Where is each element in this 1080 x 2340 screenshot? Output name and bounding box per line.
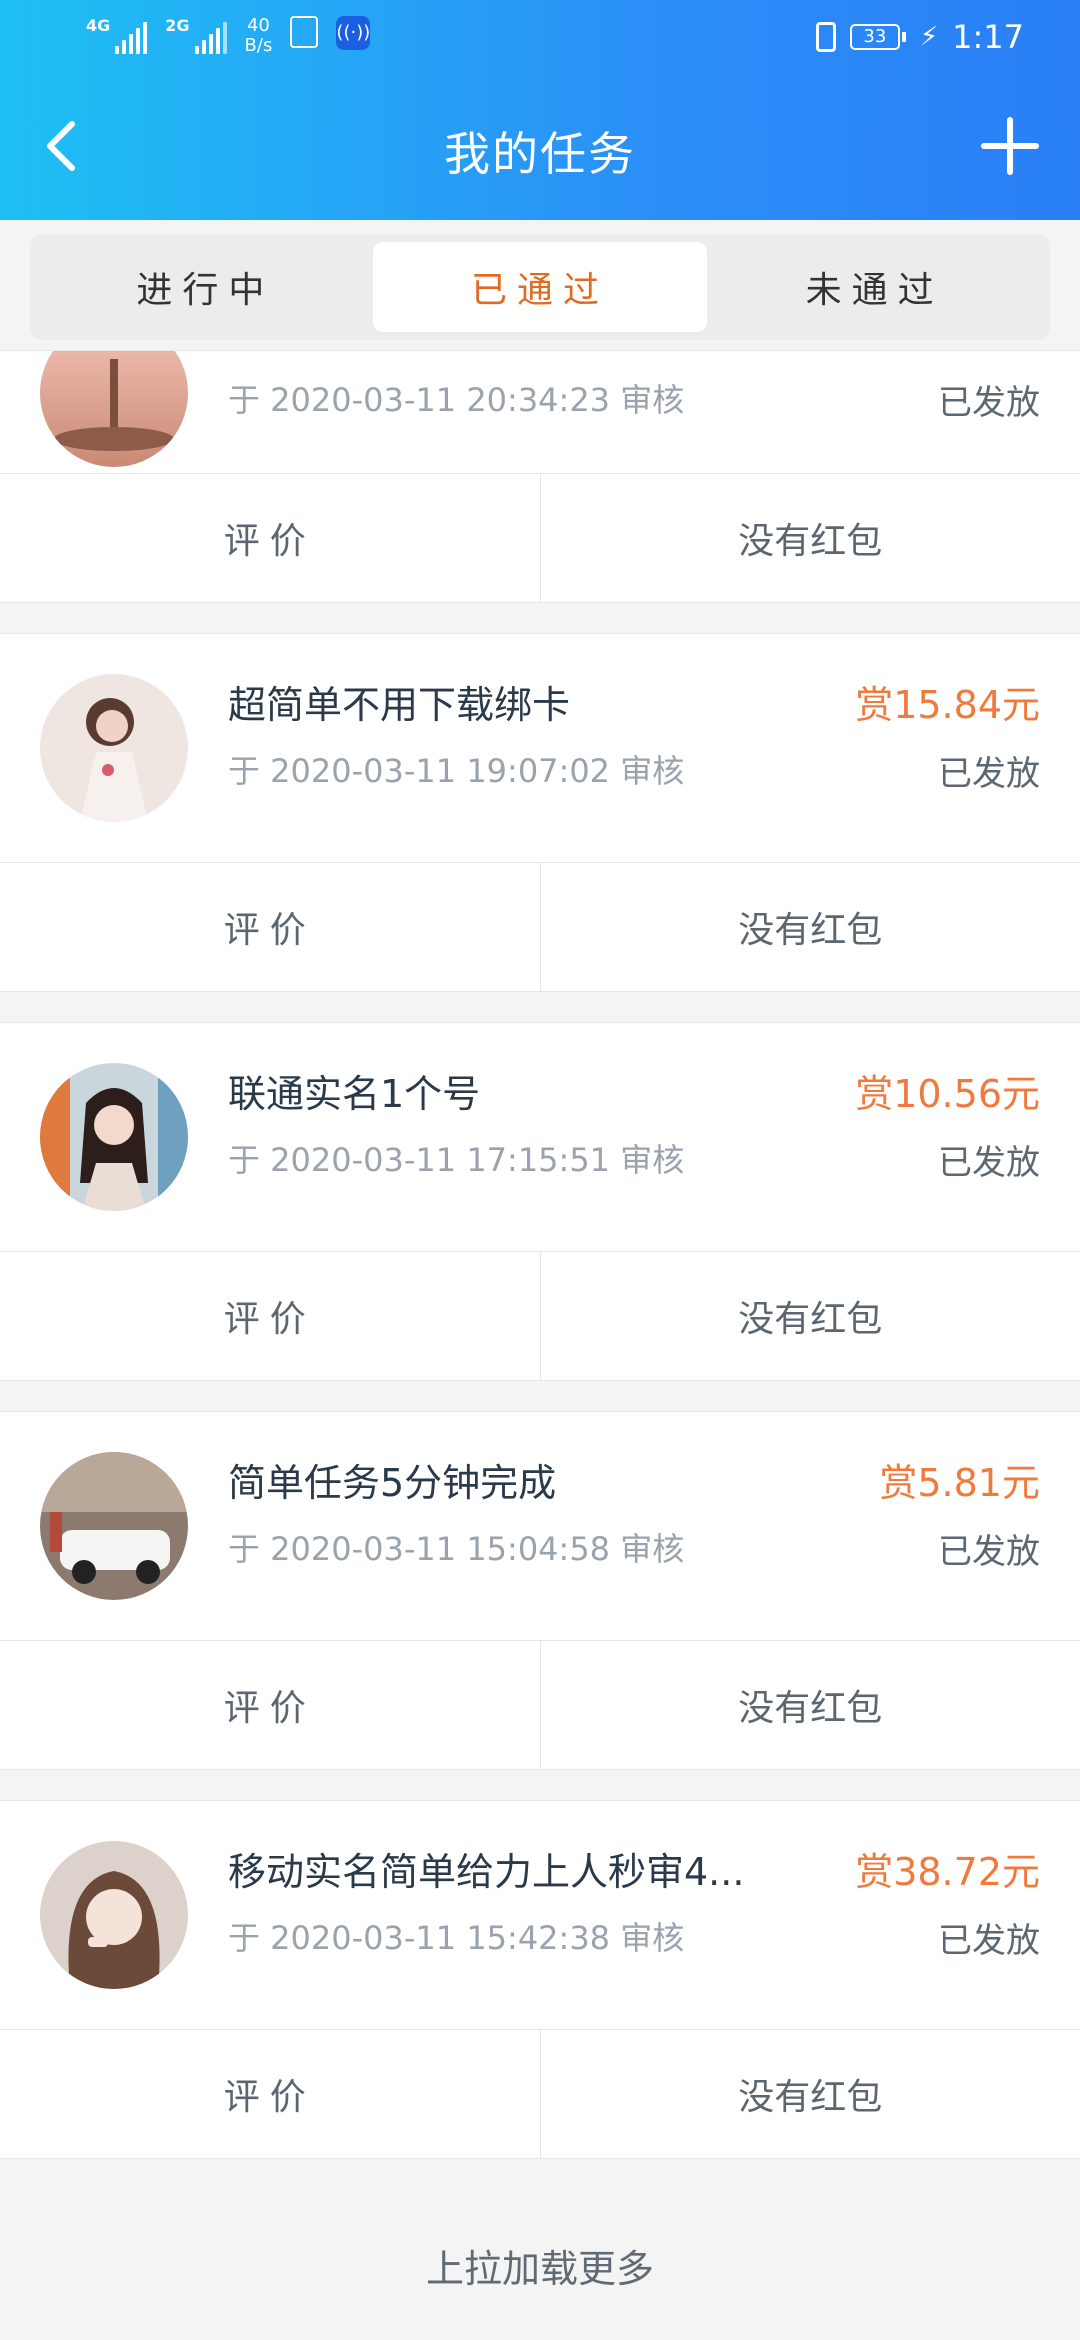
reward-amount: 赏5.81元 bbox=[879, 1461, 1040, 1505]
payout-status: 已发放 bbox=[938, 1921, 1040, 1961]
avatar bbox=[40, 1063, 188, 1211]
battery-level: 33 bbox=[849, 24, 900, 50]
avatar-image bbox=[40, 1841, 188, 1989]
status-tabs: 进行中 已通过 未通过 bbox=[30, 234, 1050, 340]
app-header: 4G 2G 40 B/s ((·)) 33 ⚡ 1:17 我的任务 bbox=[0, 0, 1080, 220]
add-button[interactable] bbox=[980, 116, 1040, 176]
task-review-time: 于 2020-03-11 17:15:51 审核 bbox=[228, 1141, 685, 1179]
redpacket-button[interactable]: 没有红包 bbox=[541, 863, 1080, 991]
review-button[interactable]: 评价 bbox=[0, 474, 541, 602]
task-card: 于 2020-03-11 20:34:23 审核 已发放 评价 没有红包 bbox=[0, 350, 1080, 603]
load-more-hint[interactable]: 上拉加载更多 bbox=[0, 2238, 1080, 2293]
vibrate-icon bbox=[815, 22, 836, 52]
avatar bbox=[40, 351, 188, 467]
avatar-image bbox=[40, 1452, 188, 1600]
tab-in-progress[interactable]: 进行中 bbox=[38, 242, 373, 332]
task-actions: 评价 没有红包 bbox=[0, 863, 1080, 991]
payout-status: 已发放 bbox=[938, 383, 1040, 423]
review-button[interactable]: 评价 bbox=[0, 1641, 541, 1769]
redpacket-button[interactable]: 没有红包 bbox=[541, 1252, 1080, 1380]
network-speed: 40 B/s bbox=[244, 15, 273, 56]
avatar bbox=[40, 1452, 188, 1600]
task-card-header[interactable]: 移动实名简单给力上人秒审4... 赏38.72元 于 2020-03-11 15… bbox=[0, 1801, 1080, 2030]
task-actions: 评价 没有红包 bbox=[0, 1252, 1080, 1380]
task-card-header[interactable]: 联通实名1个号 赏10.56元 于 2020-03-11 17:15:51 审核… bbox=[0, 1023, 1080, 1252]
nav-bar: 我的任务 bbox=[0, 90, 1080, 210]
tab-not-passed[interactable]: 未通过 bbox=[707, 242, 1042, 332]
task-card-header[interactable]: 简单任务5分钟完成 赏5.81元 于 2020-03-11 15:04:58 审… bbox=[0, 1412, 1080, 1641]
task-title: 简单任务5分钟完成 bbox=[228, 1461, 557, 1505]
task-actions: 评价 没有红包 bbox=[0, 474, 1080, 602]
plus-icon bbox=[981, 117, 1039, 175]
avatar bbox=[40, 1841, 188, 1989]
review-button[interactable]: 评价 bbox=[0, 2030, 541, 2158]
avatar-image bbox=[40, 351, 188, 467]
reward-amount: 赏38.72元 bbox=[855, 1850, 1040, 1894]
task-title: 联通实名1个号 bbox=[228, 1072, 481, 1116]
reward-amount: 赏10.56元 bbox=[855, 1072, 1040, 1116]
redpacket-button[interactable]: 没有红包 bbox=[541, 2030, 1080, 2158]
task-card: 移动实名简单给力上人秒审4... 赏38.72元 于 2020-03-11 15… bbox=[0, 1800, 1080, 2159]
task-review-time: 于 2020-03-11 19:07:02 审核 bbox=[228, 752, 685, 790]
task-card: 简单任务5分钟完成 赏5.81元 于 2020-03-11 15:04:58 审… bbox=[0, 1411, 1080, 1770]
status-bar: 4G 2G 40 B/s ((·)) 33 ⚡ 1:17 bbox=[0, 0, 1080, 80]
payout-status: 已发放 bbox=[938, 754, 1040, 794]
task-card: 超简单不用下载绑卡 赏15.84元 于 2020-03-11 19:07:02 … bbox=[0, 633, 1080, 992]
task-card-header[interactable]: 于 2020-03-11 20:34:23 审核 已发放 bbox=[0, 351, 1080, 474]
task-list: 于 2020-03-11 20:34:23 审核 已发放 评价 没有红包 超简单… bbox=[0, 350, 1080, 2189]
reward-amount: 赏15.84元 bbox=[855, 683, 1040, 727]
redpacket-button[interactable]: 没有红包 bbox=[541, 474, 1080, 602]
redpacket-button[interactable]: 没有红包 bbox=[541, 1641, 1080, 1769]
status-left: 4G 2G 40 B/s ((·)) bbox=[86, 15, 371, 56]
payout-status: 已发放 bbox=[938, 1143, 1040, 1183]
tab-passed[interactable]: 已通过 bbox=[372, 242, 708, 332]
avatar-image bbox=[40, 1063, 188, 1211]
signal-2g-icon: 2G bbox=[165, 16, 227, 54]
status-right: 33 ⚡ 1:17 bbox=[815, 18, 1024, 56]
clock: 1:17 bbox=[952, 18, 1024, 56]
review-button[interactable]: 评价 bbox=[0, 1252, 541, 1380]
task-review-time: 于 2020-03-11 15:42:38 审核 bbox=[228, 1919, 685, 1957]
hotspot-icon: ((·)) bbox=[336, 16, 371, 50]
sim-card-icon bbox=[290, 16, 319, 48]
task-title: 超简单不用下载绑卡 bbox=[228, 683, 571, 727]
avatar bbox=[40, 674, 188, 822]
task-title: 移动实名简单给力上人秒审4... bbox=[228, 1850, 745, 1894]
task-actions: 评价 没有红包 bbox=[0, 1641, 1080, 1769]
battery-icon: 33 bbox=[849, 24, 906, 50]
review-button[interactable]: 评价 bbox=[0, 863, 541, 991]
avatar-image bbox=[40, 674, 188, 822]
task-review-time: 于 2020-03-11 15:04:58 审核 bbox=[228, 1530, 685, 1568]
task-card-header[interactable]: 超简单不用下载绑卡 赏15.84元 于 2020-03-11 19:07:02 … bbox=[0, 634, 1080, 863]
payout-status: 已发放 bbox=[938, 1532, 1040, 1572]
charging-icon: ⚡ bbox=[919, 22, 939, 52]
page-title: 我的任务 bbox=[444, 127, 636, 181]
task-review-time: 于 2020-03-11 20:34:23 审核 bbox=[228, 381, 685, 419]
signal-4g-icon: 4G bbox=[86, 16, 148, 54]
task-card: 联通实名1个号 赏10.56元 于 2020-03-11 17:15:51 审核… bbox=[0, 1022, 1080, 1381]
task-actions: 评价 没有红包 bbox=[0, 2030, 1080, 2158]
